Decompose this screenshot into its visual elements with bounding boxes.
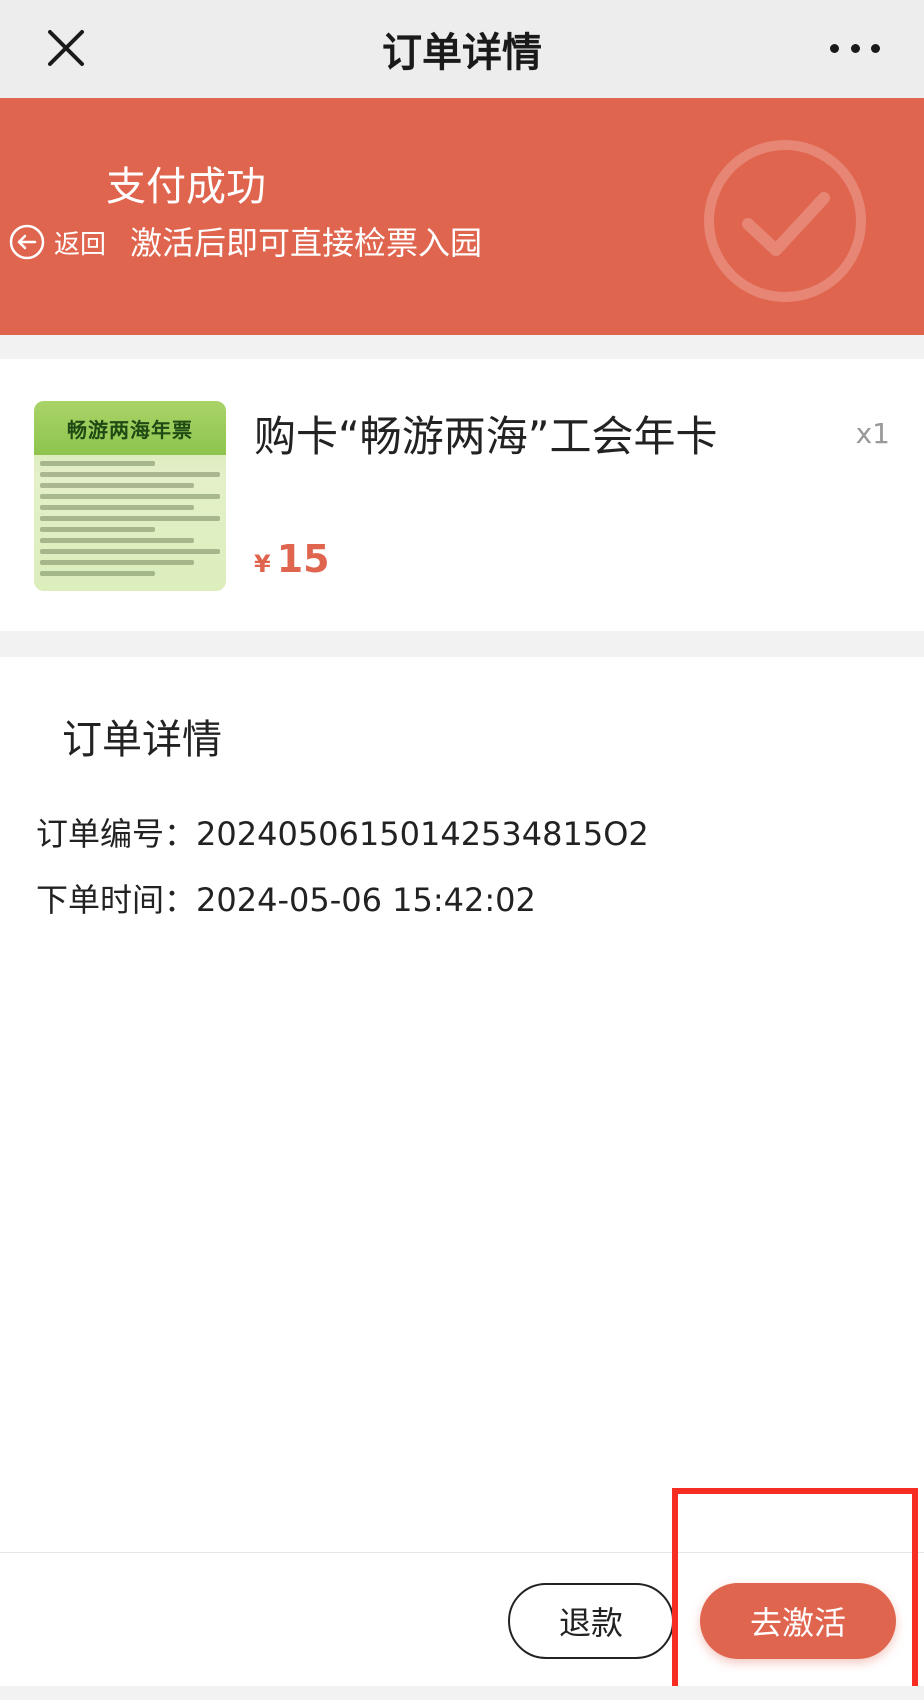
product-name: 购卡“畅游两海”工会年卡 bbox=[254, 412, 718, 461]
section-divider bbox=[0, 631, 924, 657]
back-button[interactable]: 返回 bbox=[8, 222, 111, 262]
order-time-label: 下单时间： bbox=[36, 881, 197, 919]
thumbnail-text-line bbox=[40, 505, 194, 510]
order-details-section: 订单详情 订单编号：20240506150142534815O2 下单时间：20… bbox=[0, 657, 924, 1552]
thumbnail-title: 畅游两海年票 bbox=[67, 417, 193, 442]
order-time-row: 下单时间：2024-05-06 15:42:02 bbox=[36, 875, 536, 921]
check-circle-icon bbox=[704, 140, 866, 302]
refund-button[interactable]: 退款 bbox=[508, 1583, 674, 1659]
bottom-divider bbox=[0, 1686, 924, 1700]
order-number-row: 订单编号：20240506150142534815O2 bbox=[36, 809, 649, 855]
bottom-action-bar: 退款 去激活 bbox=[0, 1552, 924, 1700]
back-label: 返回 bbox=[54, 229, 107, 260]
activate-button[interactable]: 去激活 bbox=[700, 1583, 896, 1659]
thumbnail-text-line bbox=[40, 472, 220, 477]
product-card[interactable]: 畅游两海年票 购卡“畅游两海”工会年卡 x1 ¥15 bbox=[0, 359, 924, 631]
price-currency: ¥ bbox=[254, 550, 271, 578]
more-icon[interactable] bbox=[830, 30, 880, 66]
more-dot bbox=[850, 43, 860, 53]
thumbnail-text-line bbox=[40, 461, 156, 466]
order-number-label: 订单编号： bbox=[36, 815, 197, 853]
thumbnail-text-line bbox=[40, 538, 194, 543]
product-price: ¥15 bbox=[254, 537, 330, 581]
nav-bar: 订单详情 bbox=[0, 0, 924, 98]
thumbnail-text-line bbox=[40, 516, 220, 521]
thumbnail-header: 畅游两海年票 bbox=[34, 401, 226, 455]
payment-success-banner: 支付成功 激活后即可直接检票入园 返回 bbox=[0, 98, 924, 335]
thumbnail-text-line bbox=[40, 494, 220, 499]
more-dot bbox=[830, 43, 839, 53]
more-dot bbox=[871, 43, 880, 53]
thumbnail-text-line bbox=[40, 571, 156, 576]
banner-subtitle: 激活后即可直接检票入园 bbox=[130, 224, 483, 262]
product-quantity: x1 bbox=[855, 417, 890, 450]
product-thumbnail: 畅游两海年票 bbox=[34, 401, 226, 591]
banner-title: 支付成功 bbox=[106, 164, 266, 210]
price-value: 15 bbox=[276, 537, 330, 581]
details-title: 订单详情 bbox=[62, 717, 222, 763]
order-time-value: 2024-05-06 15:42:02 bbox=[196, 881, 536, 919]
section-divider bbox=[0, 335, 924, 359]
order-number-value: 20240506150142534815O2 bbox=[196, 815, 649, 853]
page-title: 订单详情 bbox=[382, 30, 542, 76]
thumbnail-text-line bbox=[40, 483, 194, 488]
thumbnail-text-line bbox=[40, 527, 156, 532]
back-arrow-icon bbox=[9, 224, 45, 260]
thumbnail-text-line bbox=[40, 560, 194, 565]
thumbnail-text-line bbox=[40, 549, 220, 554]
